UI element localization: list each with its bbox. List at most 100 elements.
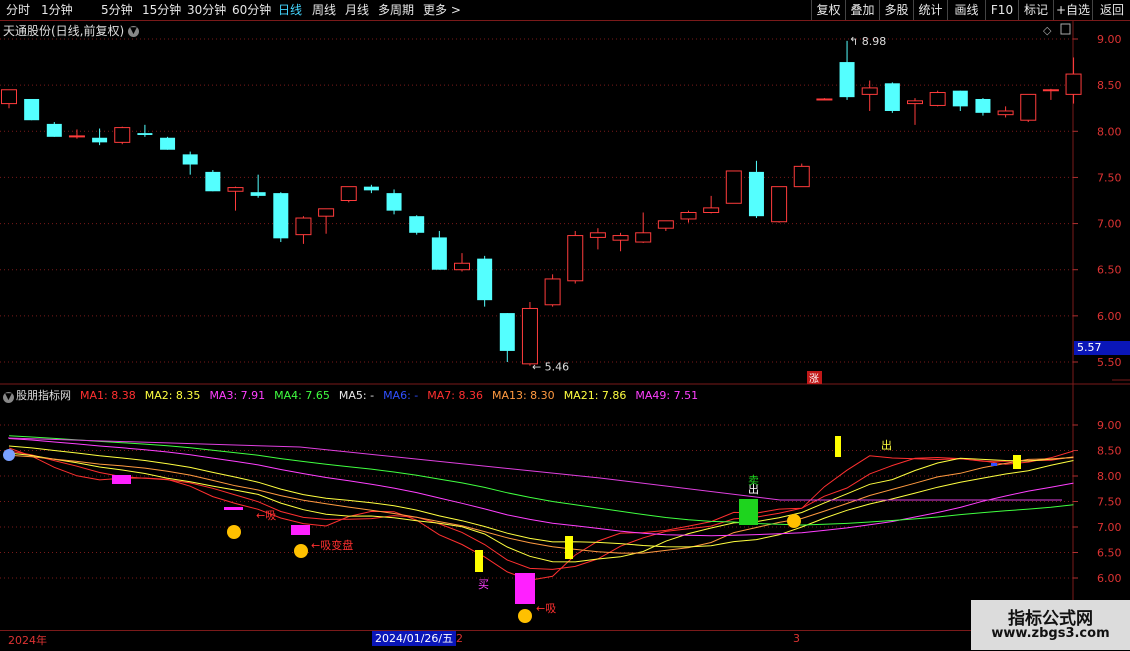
candle-body xyxy=(589,232,606,238)
ma-line xyxy=(8,452,1074,563)
candle-body xyxy=(929,92,946,106)
axis-tick-label: 8.50 xyxy=(1097,445,1122,458)
candle-body xyxy=(250,192,266,196)
candle-body xyxy=(521,307,538,365)
panel-toggle-icon xyxy=(1060,23,1071,35)
signal-label-xibianpan: ←吸变盘 xyxy=(311,538,353,552)
sell-bar xyxy=(739,499,758,525)
indicator-title: ▼ 股朋指标网 MA1: 8.38 MA2: 8.35 MA3: 7.91 MA4: 7.… xyxy=(3,387,706,403)
candle-body xyxy=(703,207,720,213)
candle-body xyxy=(454,262,470,271)
axis-tick-label: 9.00 xyxy=(1097,33,1122,46)
cursor-date-label: 2024/01/26/五 xyxy=(372,631,457,646)
signal-label-chu-top: 出 xyxy=(881,438,892,452)
axis-tick-label: 7.50 xyxy=(1097,171,1122,184)
axis-tick-label: 7.00 xyxy=(1097,218,1122,231)
face-icon xyxy=(227,525,241,539)
indicator-name[interactable]: 股朋指标网 xyxy=(16,389,71,402)
candle-body xyxy=(340,186,357,202)
signal-bar xyxy=(224,507,243,510)
axis-tick-label: 8.00 xyxy=(1097,125,1122,138)
candle-body xyxy=(114,127,131,143)
ma-legend-item: MA6: - xyxy=(383,389,419,402)
high-price-label: ↰ 8.98 xyxy=(849,35,886,48)
candle-body xyxy=(839,62,855,98)
candle-body xyxy=(816,98,833,101)
signal-label-xi2: ←吸 xyxy=(536,602,556,615)
low-price-label: ← 5.46 xyxy=(532,361,569,374)
axis-tick-label: 6.00 xyxy=(1097,572,1122,585)
candle-body xyxy=(182,154,198,165)
signal-bar xyxy=(291,525,310,535)
candle-body xyxy=(680,211,697,220)
candle-body xyxy=(273,193,289,239)
ma-legend-item: MA4: 7.65 xyxy=(274,389,330,402)
axis-tick-label: 6.50 xyxy=(1097,547,1122,560)
diamond-icon: ◇ xyxy=(1043,24,1052,37)
axis-tick-label: 7.00 xyxy=(1097,521,1122,534)
signal-bar xyxy=(835,436,841,457)
candle-body xyxy=(431,237,447,270)
month-label-3: 3 xyxy=(793,632,800,645)
face-icon xyxy=(294,544,308,558)
candle-body xyxy=(409,216,425,233)
signal-bar xyxy=(565,536,573,559)
chevron-down-icon[interactable]: ▼ xyxy=(3,392,14,403)
candle-body xyxy=(46,123,62,137)
signal-label-mai-green: 卖 xyxy=(748,474,759,487)
ma-legend-item: MA13: 8.30 xyxy=(491,389,555,402)
ma-long-line xyxy=(7,437,1062,501)
candle-body xyxy=(771,186,788,223)
ma-line xyxy=(8,438,1074,537)
ma-legend: MA1: 8.38 MA2: 8.35 MA3: 7.91 MA4: 7.65 MA5:… xyxy=(75,389,702,402)
signal-bar xyxy=(1013,455,1021,469)
ma-line xyxy=(8,445,1074,548)
watermark: 指标公式网 www.zbgs3.com xyxy=(971,600,1130,650)
candle-body xyxy=(363,186,379,191)
candle-body xyxy=(137,133,153,135)
axis-tick-label: 8.00 xyxy=(1097,470,1122,483)
current-price-tag: 5.57 xyxy=(1074,341,1130,355)
ma-legend-item: MA3: 7.91 xyxy=(209,389,266,402)
sad-face-icon xyxy=(3,449,15,461)
ma-legend-item: MA1: 8.38 xyxy=(80,389,136,402)
signal-label-xi: ←吸 xyxy=(256,509,276,522)
zhang-marker-label: 涨 xyxy=(809,373,819,385)
time-axis: 2024年 2024/01/26/五 2 3 xyxy=(0,630,1130,651)
axis-tick-label: 9.00 xyxy=(1097,419,1122,432)
candle-body xyxy=(657,220,674,229)
stock-title[interactable]: 天通股份(日线,前复权) xyxy=(3,24,124,38)
ma-legend-item: MA5: - xyxy=(338,389,375,402)
candle-body xyxy=(997,110,1014,116)
signal-bar xyxy=(515,573,535,604)
face-icon xyxy=(518,609,532,623)
ma-legend-item: MA21: 7.86 xyxy=(563,389,627,402)
chevron-down-icon[interactable]: ▼ xyxy=(128,26,140,37)
axis-tick-label: 6.50 xyxy=(1097,264,1122,277)
candle-body xyxy=(725,170,742,204)
axis-tick-label: 7.50 xyxy=(1097,496,1122,509)
candle-body xyxy=(477,258,493,301)
candle-body xyxy=(748,171,764,217)
candle-body xyxy=(907,100,923,105)
face-icon xyxy=(787,514,801,528)
signal-bar xyxy=(991,463,997,466)
candle-body xyxy=(92,137,108,143)
ma-legend-item: MA2: 8.35 xyxy=(144,389,201,402)
kline-chart[interactable]: 9.00 8.50 8.00 7.50 7.00 6.50 6.00 5.50 9.00 8.50… xyxy=(0,0,1130,650)
main-chart-title: 天通股份(日线,前复权) ▼ xyxy=(3,22,140,39)
signal-label-mai: 买 xyxy=(478,578,489,591)
candle-body xyxy=(975,98,991,113)
candle-body xyxy=(884,83,900,111)
ma-line xyxy=(8,447,1074,581)
candle-body xyxy=(318,208,335,217)
candle-body xyxy=(635,232,652,243)
month-label-2: 2 xyxy=(456,632,463,645)
candle-body xyxy=(68,135,85,138)
candle-body xyxy=(227,187,244,192)
candle-body xyxy=(793,165,810,188)
ma-legend-item: MA49: 7.51 xyxy=(635,389,699,402)
signal-bar xyxy=(112,475,131,484)
candle-body xyxy=(544,278,561,306)
candle-body xyxy=(1065,73,1082,95)
